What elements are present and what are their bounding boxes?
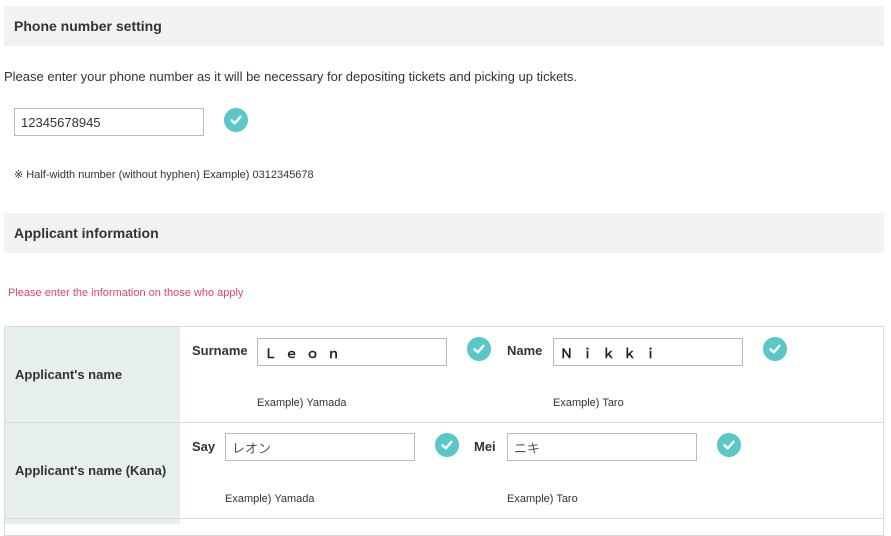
say-input[interactable] — [225, 433, 415, 461]
surname-label: Surname — [192, 343, 248, 358]
say-label: Say — [192, 439, 216, 454]
applicant-section-title: Applicant information — [4, 213, 884, 253]
given-name-example: Example) Taro — [553, 397, 624, 409]
phone-number-input[interactable] — [14, 108, 204, 136]
applicant-warning: Please enter the information on those wh… — [8, 287, 244, 299]
check-circle-icon — [467, 337, 491, 361]
mei-example: Example) Taro — [507, 493, 578, 505]
check-circle-icon — [717, 433, 741, 457]
say-example: Example) Yamada — [225, 493, 315, 505]
mei-input[interactable] — [507, 433, 697, 461]
given-name-input[interactable] — [553, 338, 743, 366]
row-label-next — [5, 519, 180, 524]
phone-format-note: ※ Half-width number (without hyphen) Exa… — [14, 169, 314, 181]
row-label-applicant-name: Applicant's name — [5, 327, 180, 422]
check-circle-icon — [224, 108, 248, 132]
name-label: Name — [507, 343, 543, 358]
phone-section-title: Phone number setting — [4, 6, 884, 46]
phone-description: Please enter your phone number as it wil… — [4, 69, 578, 84]
check-circle-icon — [435, 433, 459, 457]
check-circle-icon — [763, 337, 787, 361]
row-label-applicant-name-kana: Applicant's name (Kana) — [5, 423, 180, 518]
surname-example: Example) Yamada — [257, 397, 347, 409]
surname-input[interactable] — [257, 338, 447, 366]
mei-label: Mei — [474, 439, 496, 454]
